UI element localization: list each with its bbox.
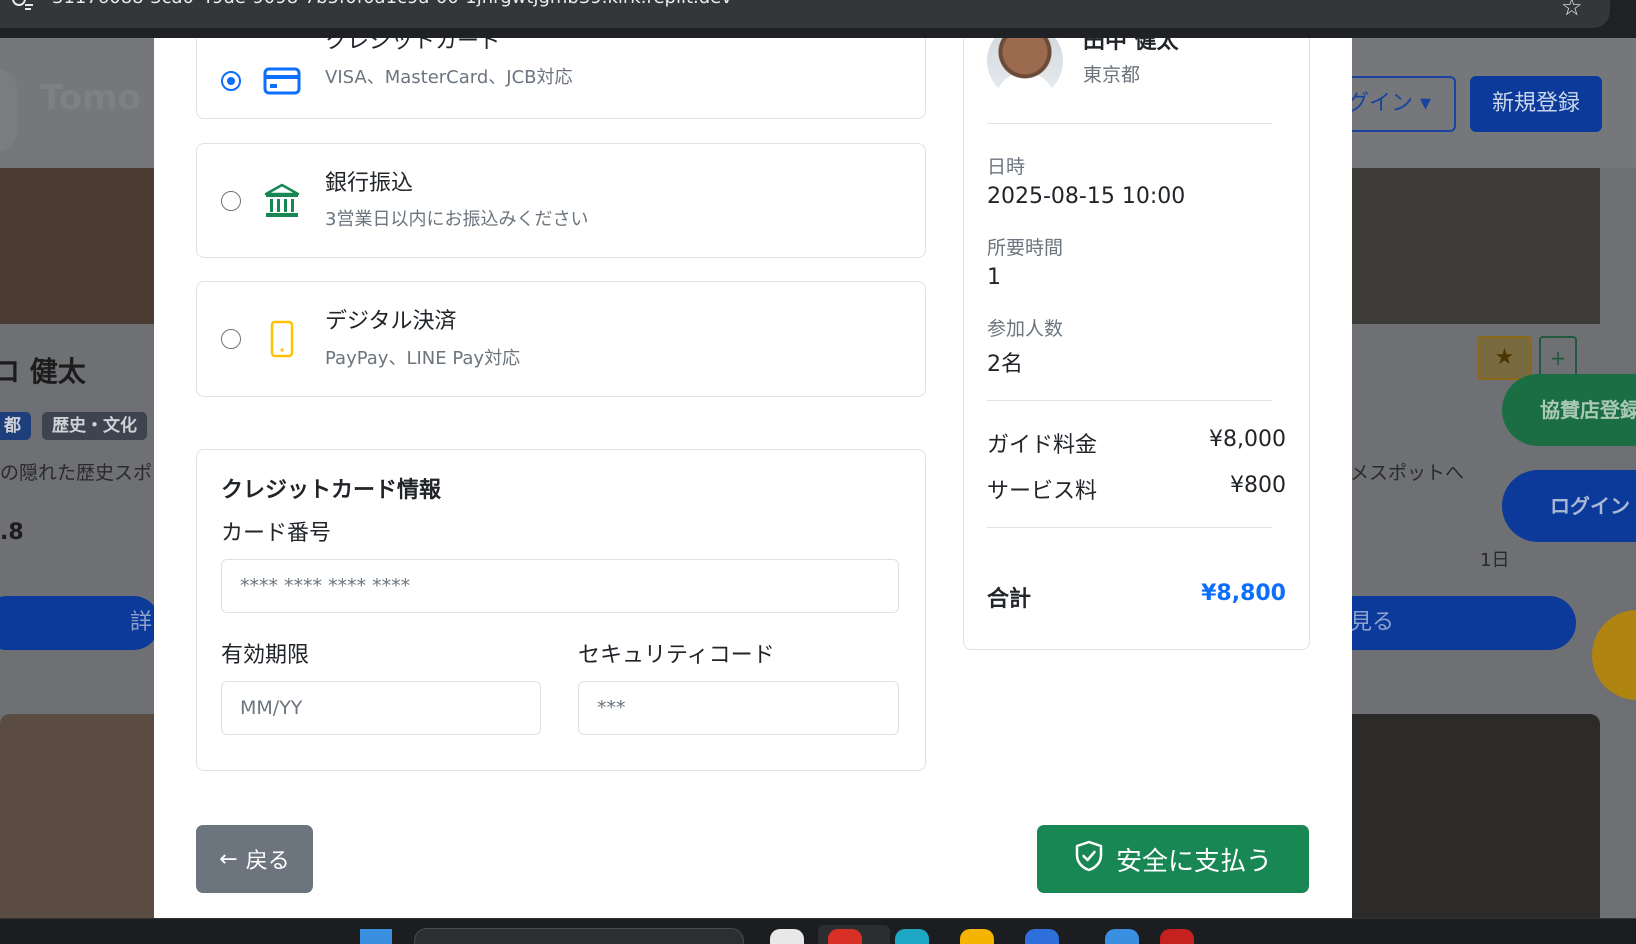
shield-check-icon	[1074, 840, 1104, 879]
payment-option-digital[interactable]: デジタル決済 PayPay、LINE Pay対応	[196, 281, 926, 397]
arrow-left-icon: ←	[219, 846, 238, 872]
payment-option-bank-transfer[interactable]: 銀行振込 3営業日以内にお振込みください	[196, 143, 926, 258]
secure-pay-button[interactable]: 安全に支払う	[1037, 825, 1309, 893]
datetime-label: 日時	[987, 156, 1026, 178]
credit-card-form-title: クレジットカード情報	[221, 478, 442, 503]
guide-name: 田中 健太	[1083, 38, 1179, 54]
guide-avatar	[987, 38, 1063, 99]
cvc-input[interactable]	[578, 681, 899, 735]
guide-fee-label: ガイド料金	[987, 433, 1098, 458]
payment-option-description: PayPay、LINE Pay対応	[325, 348, 521, 369]
omnibox[interactable]: 31176088-3ca0-49de-9098-7b5f0f0a1c9a-00-…	[0, 0, 1610, 28]
background-days: 1日	[1480, 550, 1510, 571]
guide-location: 東京都	[1083, 64, 1141, 86]
site-info-icon[interactable]	[10, 0, 36, 13]
cvc-label: セキュリティコード	[578, 643, 775, 668]
app-icon[interactable]	[1025, 929, 1059, 944]
total-label: 合計	[987, 587, 1032, 612]
background-rating: .8	[0, 520, 24, 545]
divider	[987, 123, 1272, 124]
background-detail-button: 詳	[0, 596, 160, 650]
participants-label: 参加人数	[987, 318, 1064, 340]
secure-pay-button-label: 安全に支払う	[1115, 846, 1272, 877]
service-fee-value: ¥800	[1230, 473, 1286, 498]
url-text[interactable]: 31176088-3ca0-49de-9098-7b5f0f0a1c9a-00-…	[52, 0, 732, 8]
background-logo: Tomo	[40, 78, 141, 118]
back-button-label: 戻る	[245, 849, 290, 874]
total-value: ¥8,800	[1201, 581, 1286, 606]
divider	[987, 527, 1272, 528]
divider	[987, 400, 1272, 401]
bookmark-star-icon[interactable]: ☆	[1561, 0, 1583, 21]
background-tag: 都	[0, 412, 31, 440]
payment-option-title: デジタル決済	[325, 309, 457, 334]
card-number-label: カード番号	[221, 521, 332, 546]
service-fee-label: サービス料	[987, 479, 1098, 504]
taskbar-search[interactable]	[414, 928, 744, 944]
app-icon[interactable]	[895, 929, 929, 944]
bank-icon	[263, 182, 301, 220]
phone-icon	[263, 320, 301, 358]
windows-start-icon[interactable]	[360, 929, 392, 944]
card-number-input[interactable]	[221, 559, 899, 613]
payment-modal: クレジットカード VISA、MasterCard、JCB対応 銀行振込 3営業日…	[154, 38, 1352, 918]
background-detail-button: 見る	[1320, 596, 1576, 650]
background-signup-button: 新規登録	[1470, 76, 1602, 132]
background-favorite-star-icon: ★	[1477, 336, 1532, 380]
background-login-label: グイン	[1347, 91, 1414, 116]
app-icon[interactable]	[1160, 929, 1194, 944]
background-login-dropdown: グイン ▾	[1335, 76, 1456, 132]
background-tag: 歴史・文化	[42, 412, 147, 440]
payment-option-title: 銀行振込	[325, 171, 414, 196]
duration-value: 1	[987, 265, 1001, 290]
background-login-button: ログイン	[1502, 470, 1636, 542]
app-icon[interactable]	[1105, 929, 1139, 944]
datetime-value: 2025-08-15 10:00	[987, 184, 1186, 209]
participants-value: 2名	[987, 352, 1023, 377]
folder-icon[interactable]	[960, 929, 994, 944]
background-guide-photo	[1350, 714, 1600, 918]
payment-option-description: 3営業日以内にお振込みください	[325, 209, 589, 230]
background-guide-photo	[0, 714, 160, 918]
radio-digital[interactable]	[221, 329, 241, 349]
app-icon[interactable]	[828, 929, 862, 944]
payment-option-title: クレジットカード	[325, 38, 502, 54]
background-sponsor-button: 協賛店登録	[1502, 374, 1636, 446]
payment-option-description: VISA、MasterCard、JCB対応	[325, 67, 573, 88]
taskbar	[0, 918, 1636, 944]
radio-bank-transfer[interactable]	[221, 191, 241, 211]
background-guide-photo	[1350, 168, 1600, 324]
expiry-label: 有効期限	[221, 643, 310, 668]
background-guide-photo	[0, 168, 160, 324]
app-icon[interactable]	[770, 929, 804, 944]
browser-address-bar: 31176088-3ca0-49de-9098-7b5f0f0a1c9a-00-…	[0, 0, 1636, 38]
radio-credit-card[interactable]	[221, 71, 241, 91]
background-description: メスポットへ	[1350, 462, 1465, 484]
duration-label: 所要時間	[987, 237, 1064, 259]
credit-card-icon	[263, 62, 301, 100]
guide-fee-value: ¥8,000	[1209, 427, 1286, 452]
credit-card-form: クレジットカード情報 カード番号 有効期限 セキュリティコード	[196, 449, 926, 771]
background-description: の隠れた歴史スポ	[0, 462, 153, 484]
payment-option-credit-card[interactable]: クレジットカード VISA、MasterCard、JCB対応	[196, 38, 926, 119]
booking-summary: 田中 健太 東京都 日時 2025-08-15 10:00 所要時間 1 参加人…	[963, 38, 1310, 650]
expiry-input[interactable]	[221, 681, 541, 735]
background-guide-name: ロ 健太	[0, 355, 86, 388]
back-button[interactable]: ← 戻る	[196, 825, 313, 893]
